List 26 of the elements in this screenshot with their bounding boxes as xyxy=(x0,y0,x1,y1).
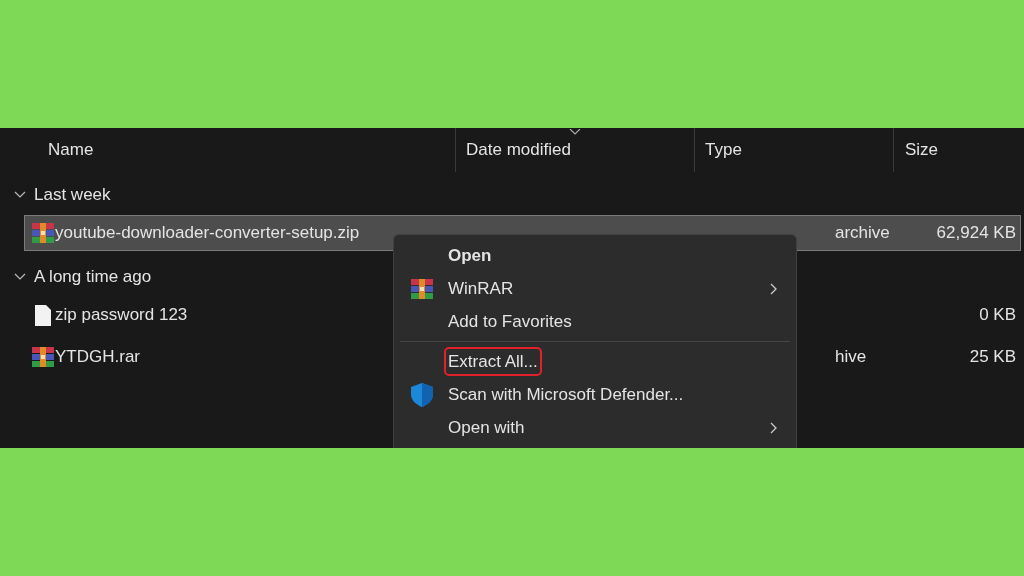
file-size: 25 KB xyxy=(969,346,1016,369)
archive-icon xyxy=(411,278,433,299)
column-header[interactable]: Type xyxy=(705,137,742,163)
menu-item[interactable]: WinRAR xyxy=(394,272,796,305)
column-header[interactable]: Name xyxy=(48,137,94,163)
menu-item[interactable]: Add to Favorites xyxy=(394,305,796,338)
column-header[interactable]: Date modified xyxy=(466,137,571,163)
file-type: hive xyxy=(835,346,867,369)
chevron-icon[interactable] xyxy=(14,273,26,281)
file-type: archive xyxy=(835,222,890,245)
file-name[interactable]: zip password 123 xyxy=(55,302,188,328)
file-size: 62,924 KB xyxy=(936,222,1016,245)
file-size: 0 KB xyxy=(979,304,1016,327)
menu-item[interactable]: Scan with Microsoft Defender... xyxy=(394,378,796,411)
group-header[interactable]: Last week xyxy=(34,182,111,208)
document-icon xyxy=(35,304,51,326)
archive-icon xyxy=(32,347,54,367)
shield-icon xyxy=(411,382,433,407)
archive-icon xyxy=(32,223,54,243)
menu-item[interactable]: Open with xyxy=(394,411,796,444)
menu-item[interactable]: Extract All... xyxy=(394,345,796,378)
group-header[interactable]: A long time ago xyxy=(34,264,152,290)
file-name[interactable]: YTDGH.rar xyxy=(55,344,140,370)
chevron-icon[interactable] xyxy=(14,191,26,199)
file-name: youtube-downloader-converter-setup.zip xyxy=(55,222,360,245)
column-header[interactable]: Size xyxy=(905,137,939,163)
